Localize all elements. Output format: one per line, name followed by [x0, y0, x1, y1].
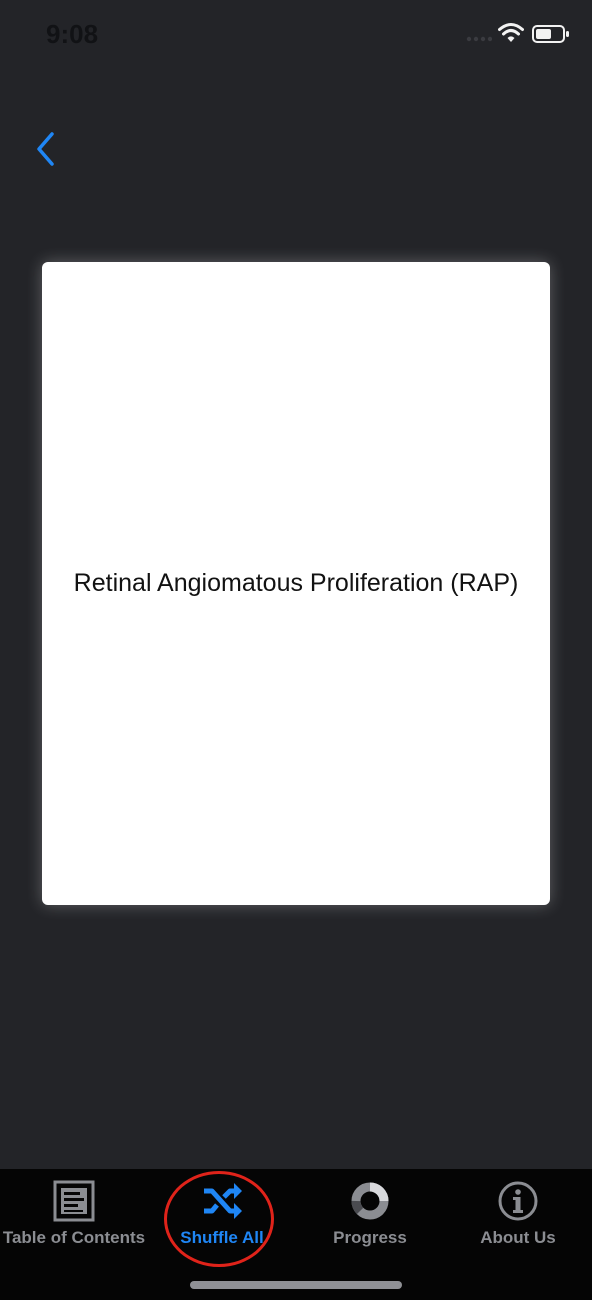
wifi-icon	[498, 23, 524, 42]
battery-icon	[532, 25, 569, 43]
chevron-left-icon	[37, 132, 54, 166]
flash-card[interactable]: Retinal Angiomatous Proliferation (RAP)	[42, 262, 550, 905]
back-button[interactable]	[26, 126, 70, 172]
status-time: 9:08	[46, 19, 99, 49]
shuffle-icon	[204, 1183, 242, 1219]
tab-label: About Us	[480, 1228, 556, 1247]
tab-label: Shuffle All	[180, 1228, 264, 1247]
tab-progress[interactable]: Progress	[296, 1169, 444, 1269]
list-document-icon	[53, 1180, 95, 1222]
cellular-signal-icon	[466, 36, 492, 42]
tab-label: Table of Contents	[2, 1228, 146, 1247]
home-indicator[interactable]	[190, 1281, 402, 1289]
tab-table-of-contents[interactable]: Table of Contents	[0, 1169, 148, 1269]
tab-label: Progress	[333, 1228, 407, 1247]
status-bar: 9:08	[0, 0, 592, 70]
progress-ring-icon	[351, 1182, 389, 1220]
info-icon	[498, 1181, 538, 1221]
tab-shuffle-all[interactable]: Shuffle All	[148, 1169, 296, 1269]
card-term: Retinal Angiomatous Proliferation (RAP)	[73, 569, 519, 597]
tab-about-us[interactable]: About Us	[444, 1169, 592, 1269]
